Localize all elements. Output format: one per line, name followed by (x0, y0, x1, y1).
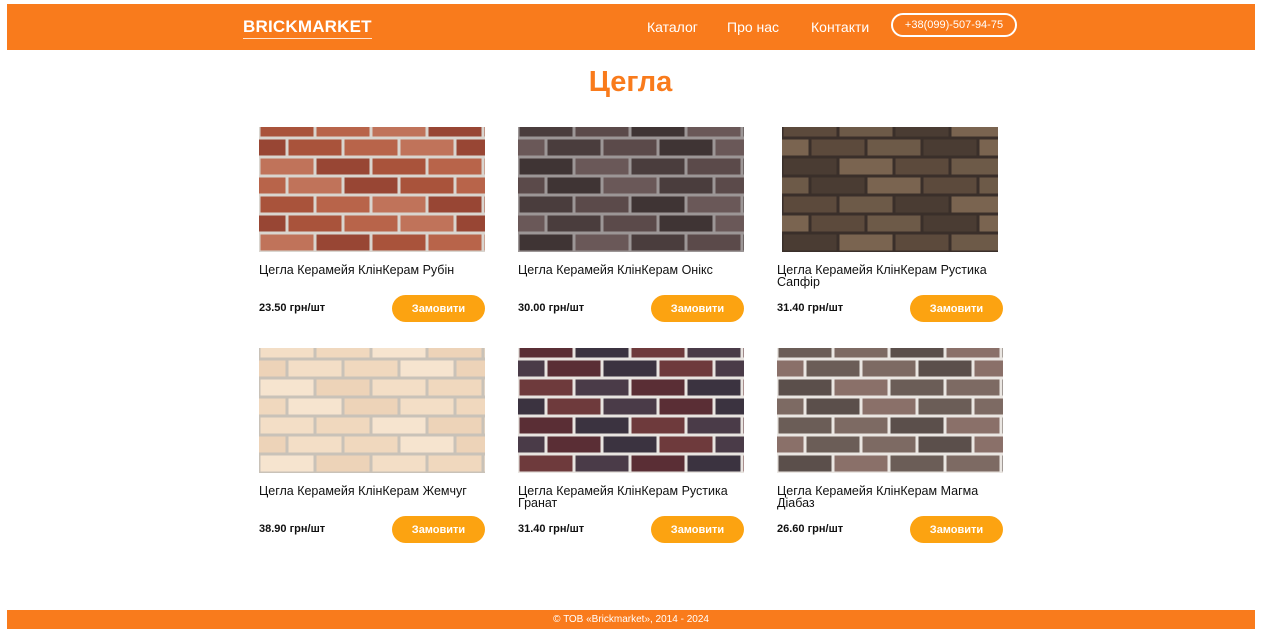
product-image[interactable] (259, 127, 485, 252)
product-name[interactable]: Цегла Керамейя КлінКерам Жемчуг (259, 485, 499, 498)
footer-copyright: © ТОВ «Brickmarket», 2014 - 2024 (553, 614, 709, 625)
nav-link-about[interactable]: Про нас (727, 19, 779, 35)
order-button[interactable]: Замовити (651, 516, 744, 543)
product-name[interactable]: Цегла Керамейя КлінКерам Магма Діабаз (777, 485, 1017, 510)
product-name[interactable]: Цегла Керамейя КлінКерам Рустика Гранат (518, 485, 758, 510)
product-price: 38.90 грн/шт (259, 523, 326, 535)
product-price: 31.40 грн/шт (777, 302, 844, 314)
page-title: Цегла (588, 66, 673, 98)
order-button[interactable]: Замовити (910, 295, 1003, 322)
product-card: Цегла Керамейя КлінКерам Рустика Сапфір … (777, 127, 1003, 327)
product-name[interactable]: Цегла Керамейя КлінКерам Онікс (518, 264, 758, 277)
site-logo[interactable]: BRICKMARKET (243, 17, 372, 39)
product-name[interactable]: Цегла Керамейя КлінКерам Рустика Сапфір (777, 264, 1017, 289)
product-price: 23.50 грн/шт (259, 302, 326, 314)
product-name[interactable]: Цегла Керамейя КлінКерам Рубін (259, 264, 499, 277)
product-image[interactable] (518, 127, 744, 252)
product-card: Цегла Керамейя КлінКерам Магма Діабаз 26… (777, 348, 1003, 548)
product-image[interactable] (777, 348, 1003, 473)
header-bar: BRICKMARKET Каталог Про нас Контакти +38… (7, 4, 1255, 50)
order-button[interactable]: Замовити (651, 295, 744, 322)
footer-bar: © ТОВ «Brickmarket», 2014 - 2024 (7, 610, 1255, 629)
order-button[interactable]: Замовити (392, 295, 485, 322)
product-price: 30.00 грн/шт (518, 302, 585, 314)
phone-button[interactable]: +38(099)-507-94-75 (891, 13, 1017, 37)
product-card: Цегла Керамейя КлінКерам Жемчуг 38.90 гр… (259, 348, 485, 548)
product-price: 26.60 грн/шт (777, 523, 844, 535)
product-image[interactable] (782, 127, 998, 252)
order-button[interactable]: Замовити (910, 516, 1003, 543)
nav-link-catalog[interactable]: Каталог (647, 19, 698, 35)
product-image[interactable] (259, 348, 485, 473)
product-image[interactable] (518, 348, 744, 473)
nav-link-contacts[interactable]: Контакти (811, 19, 869, 35)
product-card: Цегла Керамейя КлінКерам Рустика Гранат … (518, 348, 744, 548)
product-card: Цегла Керамейя КлінКерам Онікс 30.00 грн… (518, 127, 744, 327)
order-button[interactable]: Замовити (392, 516, 485, 543)
product-card: Цегла Керамейя КлінКерам Рубін 23.50 грн… (259, 127, 485, 327)
product-price: 31.40 грн/шт (518, 523, 585, 535)
